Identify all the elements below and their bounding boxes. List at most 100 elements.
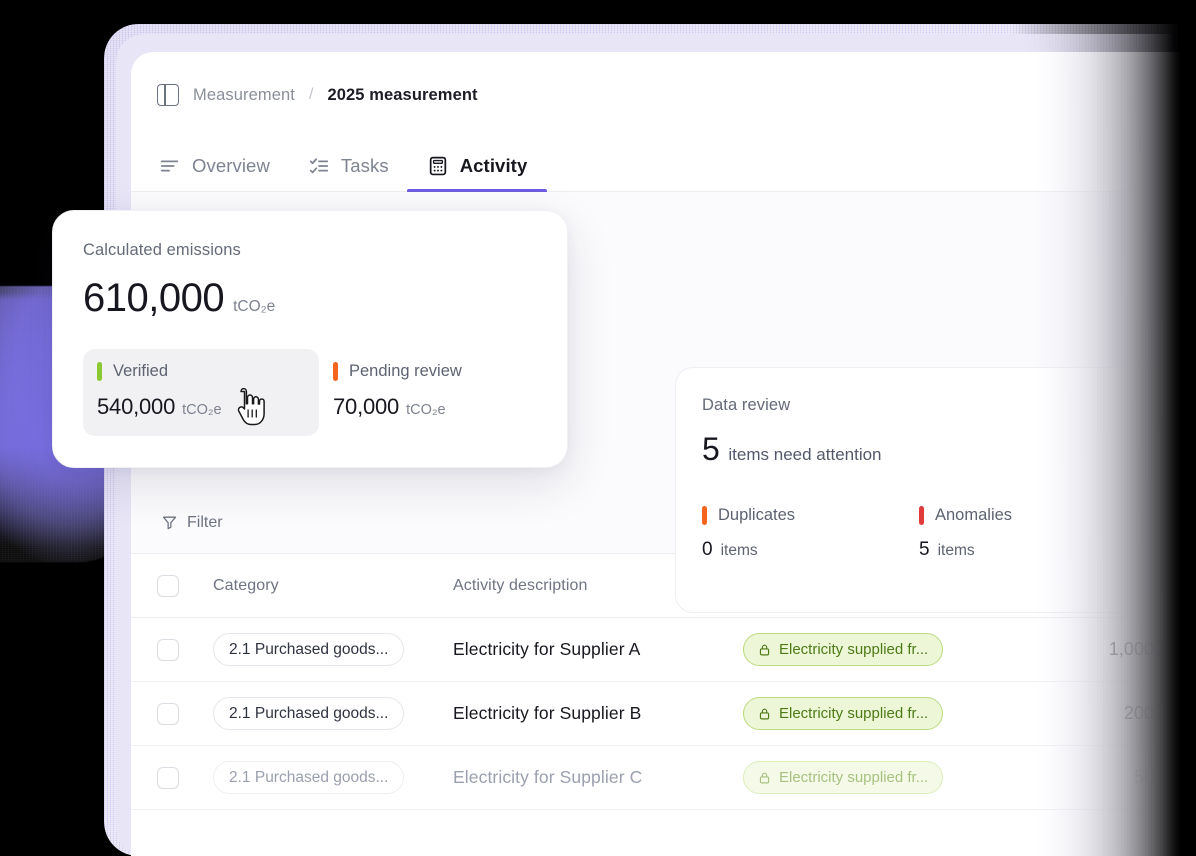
cell-emissions-factor: Electricity supplied fr... xyxy=(743,761,1015,794)
anomalies-metric: Anomalies 5 items xyxy=(919,506,1136,561)
cell-volume: 1,000,000 xyxy=(1015,639,1195,660)
lock-icon xyxy=(759,708,770,719)
row-select-cell xyxy=(157,638,213,661)
pending-review-label: Pending review xyxy=(349,362,462,380)
pending-review-unit: tCO₂e xyxy=(406,402,446,418)
emissions-factor-badge[interactable]: Electricity supplied fr... xyxy=(743,633,944,666)
tab-bar: Overview Tasks Activity xyxy=(131,116,1196,193)
emissions-factor-text: Electricity supplied fr... xyxy=(779,769,929,786)
anomalies-header: Anomalies xyxy=(919,506,1136,525)
panel-toggle-icon[interactable] xyxy=(157,84,179,106)
verified-header: Verified xyxy=(97,362,303,381)
lock-icon xyxy=(759,772,770,783)
lock-icon xyxy=(759,644,770,655)
duplicates-metric: Duplicates 0 items xyxy=(702,506,919,561)
duplicates-color-bar xyxy=(702,506,707,525)
anomalies-value-row: 5 items xyxy=(919,539,1136,561)
verified-metric[interactable]: Verified 540,000 tCO₂e xyxy=(83,349,319,436)
screenshot-stage: Measurement / 2025 measurement Overview xyxy=(0,0,1196,856)
duplicates-value: 0 xyxy=(702,539,713,560)
calculated-emissions-card: Calculated emissions 610,000 tCO₂e Verif… xyxy=(52,210,568,468)
calculator-icon xyxy=(429,156,446,176)
emissions-factor-text: Electricity supplied fr... xyxy=(779,641,929,658)
anomalies-value: 5 xyxy=(919,539,930,560)
calculated-emissions-unit: tCO₂e xyxy=(233,298,276,315)
row-checkbox[interactable] xyxy=(157,638,179,661)
data-review-count: 5 xyxy=(702,431,720,467)
cell-emissions-factor: Electricity supplied fr... xyxy=(743,633,1015,666)
emissions-factor-text: Electricity supplied fr... xyxy=(779,705,929,722)
anomalies-unit: items xyxy=(937,542,975,559)
tab-overview-label: Overview xyxy=(192,155,270,176)
category-pill[interactable]: 2.1 Purchased goods... xyxy=(213,761,405,794)
tab-activity-label: Activity xyxy=(459,155,528,176)
cell-volume: 200,000 xyxy=(1015,703,1195,724)
data-review-card: Data review 5 items need attention Dupli… xyxy=(675,367,1165,613)
calculated-emissions-title: Calculated emissions xyxy=(83,241,241,259)
cell-category: 2.1 Purchased goods... xyxy=(213,697,453,730)
calculated-emissions-breakdown: Verified 540,000 tCO₂e Pending review 70… xyxy=(83,349,537,436)
text-lines-icon xyxy=(160,160,179,172)
table-row[interactable]: 2.1 Purchased goods... Electricity for S… xyxy=(131,682,1196,746)
pending-review-value: 70,000 xyxy=(333,394,400,419)
cell-activity-description: Electricity for Supplier C xyxy=(453,767,743,788)
verified-color-bar xyxy=(97,362,102,381)
table-row[interactable]: 2.1 Purchased goods... Electricity for S… xyxy=(131,618,1196,682)
cell-category: 2.1 Purchased goods... xyxy=(213,633,453,666)
select-all-checkbox[interactable] xyxy=(157,574,179,597)
breadcrumb: Measurement / 2025 measurement xyxy=(131,52,1196,116)
breadcrumb-current: 2025 measurement xyxy=(327,85,478,104)
duplicates-value-row: 0 items xyxy=(702,539,919,561)
verified-value-row: 540,000 tCO₂e xyxy=(97,394,303,420)
category-pill[interactable]: 2.1 Purchased goods... xyxy=(213,697,405,730)
checklist-icon xyxy=(309,158,329,174)
verified-value: 540,000 xyxy=(97,394,176,419)
tab-tasks-label: Tasks xyxy=(340,155,389,176)
tab-overview[interactable]: Overview xyxy=(159,155,270,191)
activity-description-text: Electricity for Supplier C xyxy=(453,767,643,787)
calculated-emissions-value: 610,000 xyxy=(83,276,225,320)
tab-tasks[interactable]: Tasks xyxy=(308,155,389,191)
column-header-category[interactable]: Category xyxy=(213,577,453,595)
row-checkbox[interactable] xyxy=(157,702,179,725)
select-all-cell xyxy=(157,574,213,597)
cell-activity-description: Electricity for Supplier A xyxy=(453,639,743,660)
data-review-caption: items need attention xyxy=(728,445,882,464)
tab-activity[interactable]: Activity xyxy=(406,155,547,193)
row-checkbox[interactable] xyxy=(157,766,179,789)
funnel-icon xyxy=(162,516,177,530)
cell-activity-description: Electricity for Supplier B xyxy=(453,703,743,724)
volume-text: 1,000,000 xyxy=(1108,639,1189,659)
activity-description-text: Electricity for Supplier A xyxy=(453,639,641,659)
cell-category: 2.1 Purchased goods... xyxy=(213,761,453,794)
data-review-headline: 5 items need attention xyxy=(702,431,1136,468)
duplicates-header: Duplicates xyxy=(702,506,919,525)
pending-review-value-row: 70,000 tCO₂e xyxy=(333,394,539,420)
activity-description-text: Electricity for Supplier B xyxy=(453,703,642,723)
calculated-emissions-total: 610,000 tCO₂e xyxy=(83,276,537,321)
data-review-breakdown: Duplicates 0 items Anomalies 5 items xyxy=(702,506,1136,561)
row-select-cell xyxy=(157,766,213,789)
emissions-factor-badge[interactable]: Electricity supplied fr... xyxy=(743,761,944,794)
verified-unit: tCO₂e xyxy=(182,402,222,418)
pending-review-color-bar xyxy=(333,362,338,381)
filter-label: Filter xyxy=(187,513,223,531)
cell-emissions-factor: Electricity supplied fr... xyxy=(743,697,1015,730)
pending-review-header: Pending review xyxy=(333,362,539,381)
volume-text: 200,000 xyxy=(1123,703,1189,723)
emissions-factor-badge[interactable]: Electricity supplied fr... xyxy=(743,697,944,730)
duplicates-unit: items xyxy=(720,542,758,559)
cell-volume: 50,000 xyxy=(1015,767,1195,788)
table-row[interactable]: 2.1 Purchased goods... Electricity for S… xyxy=(131,746,1196,810)
duplicates-label: Duplicates xyxy=(718,506,796,524)
breadcrumb-separator: / xyxy=(308,86,314,103)
volume-text: 50,000 xyxy=(1133,767,1189,787)
anomalies-label: Anomalies xyxy=(935,506,1013,524)
pending-review-metric[interactable]: Pending review 70,000 tCO₂e xyxy=(319,349,555,436)
category-pill[interactable]: 2.1 Purchased goods... xyxy=(213,633,405,666)
data-review-title: Data review xyxy=(702,396,791,414)
row-select-cell xyxy=(157,702,213,725)
verified-label: Verified xyxy=(113,362,169,380)
anomalies-color-bar xyxy=(919,506,924,525)
breadcrumb-parent[interactable]: Measurement xyxy=(193,86,295,105)
